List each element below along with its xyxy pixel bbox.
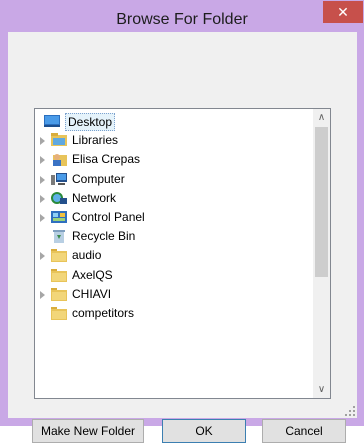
tree-item[interactable]: Libraries — [35, 131, 313, 150]
ok-button[interactable]: OK — [162, 419, 246, 443]
tree-item-label: Computer — [72, 171, 125, 186]
desktop-icon — [44, 114, 60, 128]
tree-item-label: AxelQS — [72, 267, 113, 282]
chevron-up-icon: ∧ — [317, 112, 326, 123]
expand-arrow-icon[interactable] — [40, 252, 45, 261]
tree-item[interactable]: Computer — [35, 170, 313, 189]
tree-item-label: Recycle Bin — [72, 229, 136, 244]
recycle-bin-icon — [51, 229, 67, 244]
expand-arrow-icon[interactable] — [40, 290, 45, 299]
tree-item-label: Libraries — [72, 133, 119, 148]
tree-item-label: Network — [72, 190, 117, 205]
tree-item-label: Control Panel — [72, 210, 145, 224]
libraries-icon — [51, 133, 67, 147]
expand-arrow-icon[interactable] — [40, 214, 45, 222]
dialog-body: Desktop Libraries Elisa Crepas Computer Netw… — [8, 32, 357, 443]
make-new-folder-button[interactable]: Make New Folder — [32, 419, 144, 443]
tree-item[interactable]: Recycle Bin — [35, 227, 313, 246]
cancel-button[interactable]: Cancel — [262, 419, 346, 443]
resize-grip-icon[interactable] — [345, 406, 355, 416]
expand-arrow-icon[interactable] — [40, 175, 45, 184]
folder-icon — [51, 287, 67, 301]
expand-arrow-icon[interactable] — [40, 156, 45, 165]
control-panel-icon — [51, 210, 67, 224]
scroll-down-button[interactable]: ∨ — [313, 381, 330, 398]
folder-icon — [51, 306, 67, 320]
browse-folder-dialog: Browse For Folder ✕ Desktop Libraries Elis… — [0, 0, 364, 443]
tree-item-label: competitors — [72, 306, 135, 320]
close-icon: ✕ — [337, 4, 349, 20]
dialog-title: Browse For Folder — [116, 11, 248, 28]
tree-item-label: Desktop — [65, 113, 116, 131]
expand-arrow-icon[interactable] — [40, 137, 45, 146]
tree-item[interactable]: Control Panel — [35, 208, 313, 227]
user-folder-icon — [51, 152, 67, 167]
folder-icon — [51, 248, 67, 263]
vertical-scrollbar[interactable]: ∧ ∨ — [313, 109, 330, 398]
tree-item[interactable]: Elisa Crepas — [35, 150, 313, 169]
chevron-down-icon: ∨ — [317, 384, 326, 395]
tree-item[interactable]: audio — [35, 246, 313, 265]
tree-item[interactable]: Desktop — [35, 112, 313, 131]
tree-item-label: CHIAVI — [72, 286, 112, 301]
folder-tree[interactable]: Desktop Libraries Elisa Crepas Computer Netw… — [34, 108, 331, 399]
tree-item-label: Elisa Crepas — [72, 152, 141, 167]
folder-icon — [51, 268, 67, 282]
computer-icon — [51, 172, 67, 186]
scroll-up-button[interactable]: ∧ — [313, 109, 330, 126]
tree-item[interactable]: CHIAVI — [35, 285, 313, 304]
tree-item-label: audio — [72, 248, 102, 263]
tree-item[interactable]: AxelQS — [35, 266, 313, 285]
expand-arrow-icon[interactable] — [40, 194, 45, 203]
tree-item[interactable]: competitors — [35, 304, 313, 323]
tree-item[interactable]: Network — [35, 189, 313, 208]
close-button[interactable]: ✕ — [323, 1, 363, 23]
network-icon — [51, 191, 67, 205]
scroll-thumb[interactable] — [315, 127, 328, 277]
